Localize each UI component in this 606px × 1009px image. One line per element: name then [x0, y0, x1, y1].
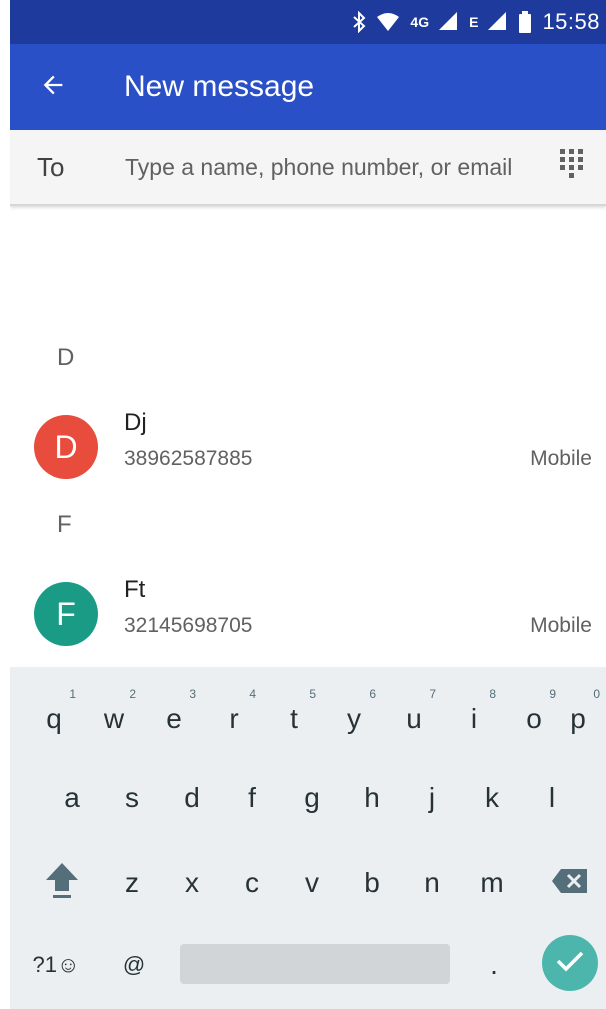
bluetooth-icon	[352, 10, 366, 34]
status-time: 15:58	[542, 9, 600, 34]
contact-number: 32145698705	[124, 614, 253, 637]
key-f[interactable]: f	[224, 768, 280, 828]
key-p[interactable]: p0	[550, 687, 606, 749]
key-t[interactable]: t5	[266, 687, 322, 749]
key-x[interactable]: x	[164, 853, 220, 913]
arrow-left-icon	[39, 71, 67, 104]
recipient-row: To	[10, 130, 606, 206]
key-l[interactable]: l	[524, 768, 580, 828]
contact-name: Ft	[124, 576, 146, 603]
section-header-d: D	[57, 344, 75, 371]
recipient-input[interactable]	[125, 153, 544, 181]
period-key[interactable]: .	[466, 935, 522, 995]
key-a[interactable]: a	[44, 768, 100, 828]
app-bar: New message	[10, 44, 606, 130]
key-z[interactable]: z	[104, 853, 160, 913]
contact-row-dj[interactable]: D Dj 38962587885 Mobile	[10, 405, 606, 495]
checkmark-icon	[556, 950, 584, 977]
status-bar: 4G E 15:58	[10, 0, 606, 44]
battery-icon	[518, 10, 532, 34]
dialpad-icon	[559, 148, 585, 187]
key-k[interactable]: k	[464, 768, 520, 828]
avatar: D	[34, 415, 98, 479]
page-title: New message	[124, 70, 315, 103]
contact-type: Mobile	[530, 614, 592, 637]
key-j[interactable]: j	[404, 768, 460, 828]
key-q[interactable]: q1	[26, 687, 82, 749]
dialpad-button[interactable]	[544, 139, 600, 195]
space-key[interactable]	[180, 944, 450, 984]
key-g[interactable]: g	[284, 768, 340, 828]
key-v[interactable]: v	[284, 853, 340, 913]
symbols-key[interactable]: ?1☺	[26, 935, 86, 995]
key-r[interactable]: r4	[206, 687, 262, 749]
key-e[interactable]: e3	[146, 687, 202, 749]
at-key[interactable]: @	[106, 935, 162, 995]
section-header-f: F	[57, 511, 72, 538]
key-m[interactable]: m	[464, 853, 520, 913]
keyboard: q1 w2 e3 r4 t5 y6 u7 i8 o9 p0 a s d f g …	[10, 667, 606, 1009]
backspace-key[interactable]	[540, 853, 600, 913]
backspace-icon	[551, 868, 589, 899]
signal-icon-2	[488, 10, 508, 34]
shift-icon	[45, 861, 79, 906]
key-w[interactable]: w2	[86, 687, 142, 749]
key-b[interactable]: b	[344, 853, 400, 913]
key-u[interactable]: u7	[386, 687, 442, 749]
key-h[interactable]: h	[344, 768, 400, 828]
back-button[interactable]	[10, 44, 102, 130]
contact-row-ft[interactable]: F Ft 32145698705 Mobile	[10, 572, 606, 662]
key-y[interactable]: y6	[326, 687, 382, 749]
contact-number: 38962587885	[124, 447, 253, 470]
key-d[interactable]: d	[164, 768, 220, 828]
key-s[interactable]: s	[104, 768, 160, 828]
network-type-label-2: E	[469, 14, 479, 30]
key-n[interactable]: n	[404, 853, 460, 913]
key-c[interactable]: c	[224, 853, 280, 913]
contact-name: Dj	[124, 409, 147, 436]
to-label: To	[37, 151, 65, 182]
shift-key[interactable]	[32, 853, 92, 913]
screen: 4G E 15:58 New message To Type a name, p…	[10, 0, 606, 1009]
contact-type: Mobile	[530, 447, 592, 470]
avatar: F	[34, 582, 98, 646]
key-i[interactable]: i8	[446, 687, 502, 749]
network-type-label: 4G	[410, 14, 430, 30]
signal-icon	[439, 10, 459, 34]
wifi-icon	[376, 10, 400, 34]
enter-key[interactable]	[542, 935, 598, 991]
